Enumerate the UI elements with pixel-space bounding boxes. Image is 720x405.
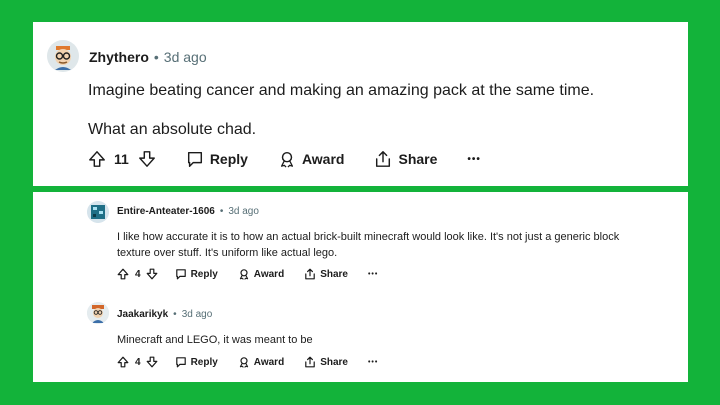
comment-meta: Zhythero • 3d ago xyxy=(89,49,207,65)
avatar[interactable] xyxy=(87,302,109,324)
share-label: Share xyxy=(320,356,348,368)
award-label: Award xyxy=(253,356,285,368)
comment-bubble-icon xyxy=(175,356,187,368)
upvote-button[interactable] xyxy=(117,356,129,368)
comment-actions: 4 Reply Award Share ••• xyxy=(117,268,378,280)
reply-label: Reply xyxy=(190,268,218,280)
comment-bubble-icon xyxy=(175,268,187,280)
upvote-icon xyxy=(117,356,129,368)
comment-line: Minecraft and LEGO, it was meant to be xyxy=(117,334,313,346)
comment-line: texture over stuff. It's uniform like ac… xyxy=(117,247,338,259)
upvote-icon xyxy=(88,150,106,168)
timestamp[interactable]: 3d ago xyxy=(164,49,207,65)
reply-label: Reply xyxy=(209,151,248,167)
main-comment-card: Zhythero • 3d ago Imagine beating cancer… xyxy=(33,22,688,186)
award-button[interactable]: Award xyxy=(278,150,345,168)
share-label: Share xyxy=(398,151,438,167)
timestamp[interactable]: 3d ago xyxy=(182,309,213,320)
downvote-button[interactable] xyxy=(138,150,156,168)
share-button[interactable]: Share xyxy=(304,356,348,368)
upvote-button[interactable] xyxy=(117,268,129,280)
comment-bubble-icon xyxy=(186,150,204,168)
share-icon xyxy=(374,150,392,168)
downvote-icon xyxy=(138,150,156,168)
share-icon xyxy=(304,268,316,280)
reply-button[interactable]: Reply xyxy=(175,356,218,368)
award-button[interactable]: Award xyxy=(238,268,284,280)
vote-count: 4 xyxy=(135,268,141,280)
more-options-button[interactable]: ••• xyxy=(368,271,378,278)
award-label: Award xyxy=(301,151,345,167)
comment-actions: 4 Reply Award Share ••• xyxy=(117,356,378,368)
comment-paragraph: Imagine beating cancer and making an ama… xyxy=(88,82,595,99)
award-icon xyxy=(238,268,250,280)
more-options-button[interactable]: ••• xyxy=(368,359,378,366)
username[interactable]: Entire-Anteater-1606 xyxy=(117,206,215,217)
downvote-button[interactable] xyxy=(146,356,158,368)
username[interactable]: Zhythero xyxy=(89,49,149,65)
more-options-button[interactable]: ••• xyxy=(467,154,481,165)
downvote-icon xyxy=(146,356,158,368)
award-icon xyxy=(238,356,250,368)
avatar[interactable] xyxy=(87,201,109,223)
upvote-icon xyxy=(117,268,129,280)
comment-line: I like how accurate it is to how an actu… xyxy=(117,231,620,243)
comment-actions: 11 Reply Award Share ••• xyxy=(88,150,481,168)
award-icon xyxy=(278,150,296,168)
downvote-button[interactable] xyxy=(146,268,158,280)
vote-count: 4 xyxy=(135,356,141,368)
comment-meta: Entire-Anteater-1606 • 3d ago xyxy=(117,206,259,217)
timestamp[interactable]: 3d ago xyxy=(228,206,259,217)
upvote-button[interactable] xyxy=(88,150,106,168)
meta-separator: • xyxy=(153,49,159,65)
downvote-icon xyxy=(146,268,158,280)
meta-separator: • xyxy=(219,206,224,217)
comment-paragraph: What an absolute chad. xyxy=(88,121,257,138)
vote-count: 11 xyxy=(114,151,129,167)
share-label: Share xyxy=(320,268,348,280)
share-button[interactable]: Share xyxy=(304,268,348,280)
username[interactable]: Jaakarikyk xyxy=(117,309,168,320)
reply-button[interactable]: Reply xyxy=(186,150,248,168)
meta-separator: • xyxy=(173,309,177,320)
share-icon xyxy=(304,356,316,368)
avatar[interactable] xyxy=(47,40,79,72)
share-button[interactable]: Share xyxy=(374,150,437,168)
replies-card: Entire-Anteater-1606 • 3d ago I like how… xyxy=(33,192,688,382)
comment-meta: Jaakarikyk • 3d ago xyxy=(117,309,212,320)
reply-label: Reply xyxy=(190,356,218,368)
award-button[interactable]: Award xyxy=(238,356,284,368)
award-label: Award xyxy=(253,268,285,280)
reply-button[interactable]: Reply xyxy=(175,268,218,280)
